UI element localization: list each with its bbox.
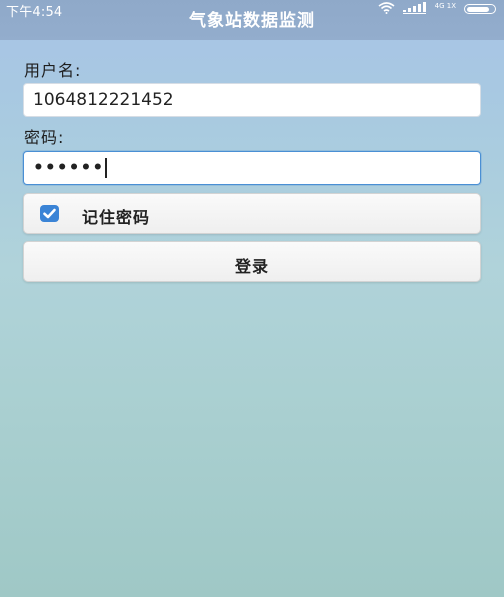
login-button[interactable]: 登录 (23, 241, 481, 282)
status-icons: 4G 1X (378, 2, 496, 14)
remember-password-checkbox[interactable] (40, 205, 59, 222)
username-value: 1064812221452 (33, 90, 174, 110)
username-label: 用户名: (24, 61, 82, 80)
signal-icon (402, 2, 426, 14)
login-button-label: 登录 (234, 257, 269, 276)
password-value: •••••• (33, 158, 105, 178)
remember-password-row[interactable]: 记住密码 (23, 193, 481, 234)
battery-icon (464, 4, 496, 14)
password-label: 密码: (24, 128, 65, 147)
text-cursor (105, 158, 107, 178)
checkmark-icon (43, 208, 56, 219)
username-field[interactable]: 1064812221452 (23, 83, 481, 117)
password-field[interactable]: •••••• (23, 151, 481, 185)
status-bar: 下午4:54 气象站数据监测 4G 1X (0, 0, 504, 40)
wifi-icon (378, 2, 395, 14)
remember-password-label: 记住密码 (82, 208, 151, 227)
network-type: 4G 1X (434, 2, 456, 10)
